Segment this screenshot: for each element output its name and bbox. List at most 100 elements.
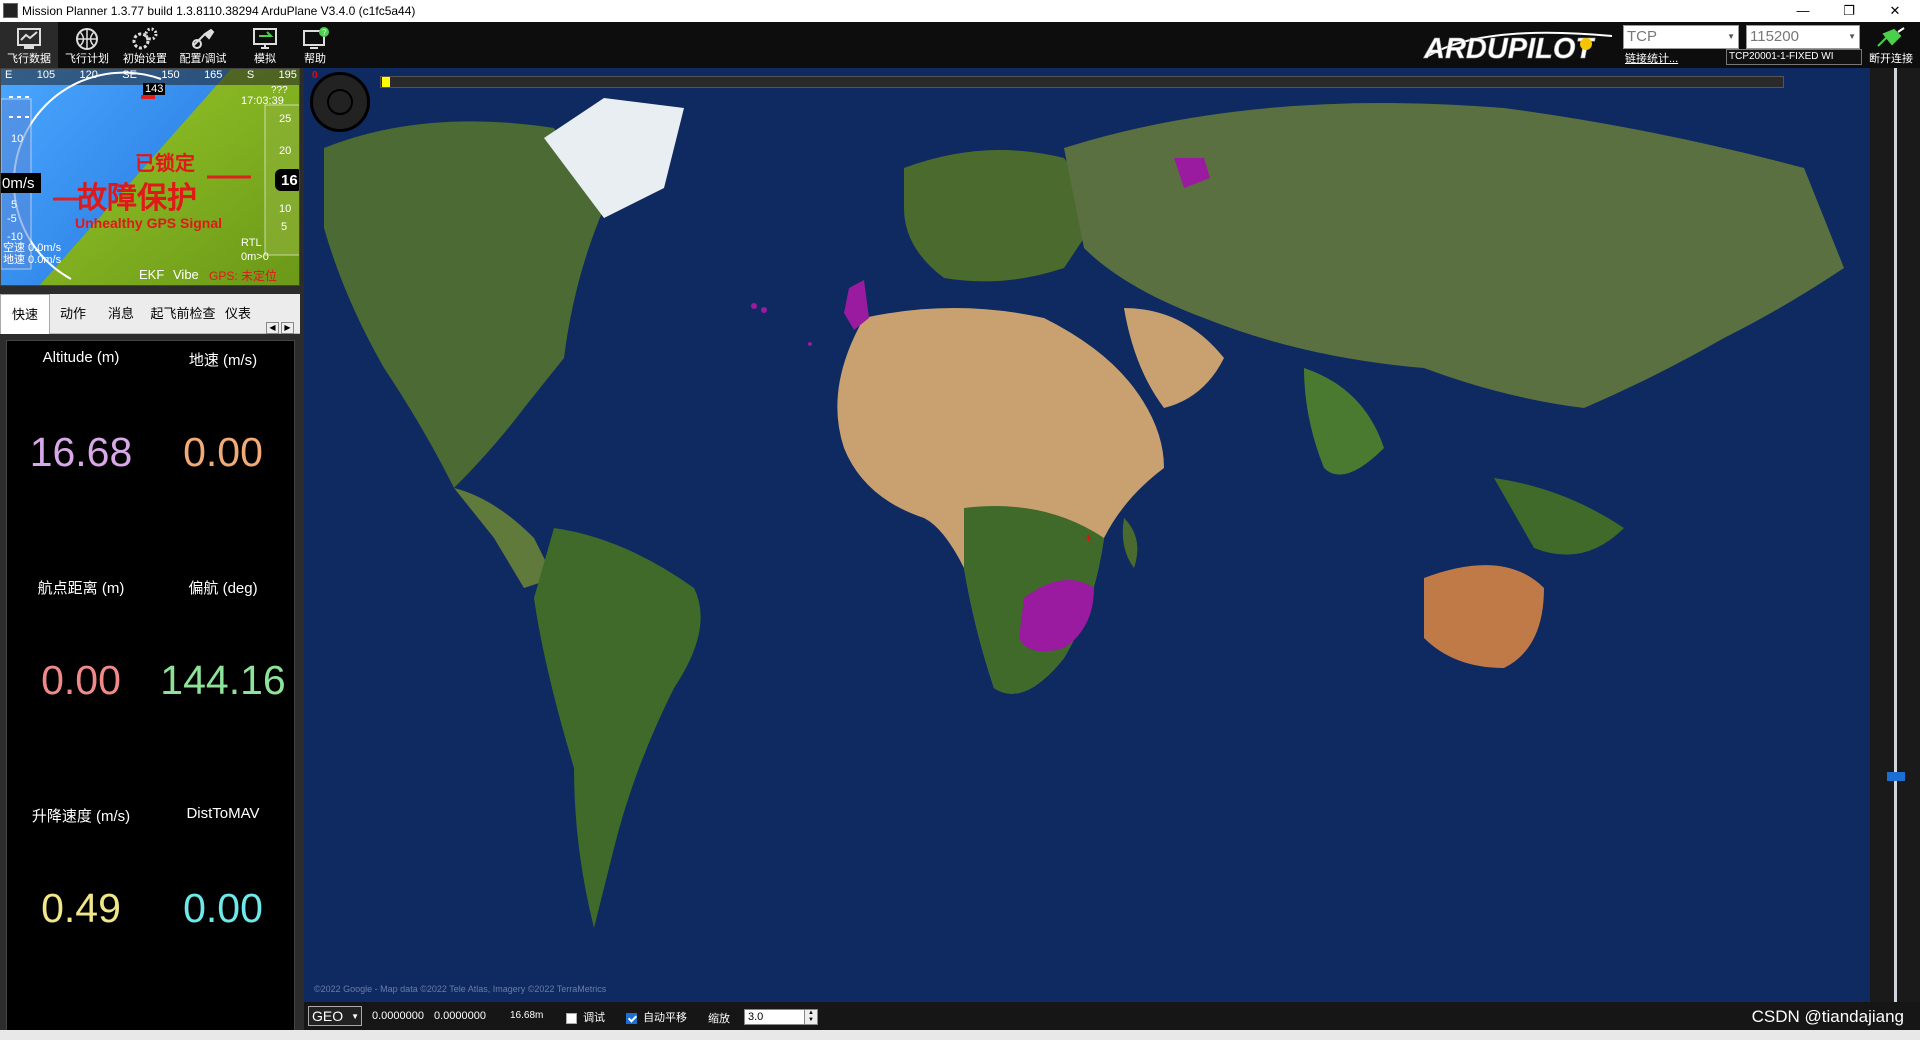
speed-scale-tick: 10 bbox=[11, 133, 24, 145]
heading-tick: S bbox=[246, 69, 255, 81]
disconnect-button[interactable]: 断开连接 bbox=[1862, 22, 1920, 68]
timeline-start: 0 bbox=[312, 70, 318, 81]
failsafe-status: 故障保护 bbox=[77, 182, 197, 215]
tab-gauges[interactable]: 仪表 bbox=[220, 294, 256, 334]
altitude-readout: 16 bbox=[281, 172, 298, 189]
chevron-down-icon: ▼ bbox=[351, 1012, 359, 1021]
connection-type-select[interactable]: TCP ▼ bbox=[1623, 25, 1739, 49]
quick-value-altitude[interactable]: 16.68 bbox=[11, 429, 151, 476]
autopan-checkbox[interactable] bbox=[626, 1012, 637, 1024]
main-toolbar: 飞行数据 飞行计划 初始设置 配置/调试 模拟 ? 帮助 ARDUPILOT T… bbox=[0, 22, 1920, 68]
heading-tape: E 105 120 SE 150 165 S 195 bbox=[5, 69, 297, 83]
tab-preflight[interactable]: 起飞前检查 bbox=[146, 294, 220, 334]
alt-scale-tick: 5 bbox=[281, 221, 288, 233]
ekf-status[interactable]: EKF bbox=[139, 267, 164, 282]
restore-button[interactable]: ❐ bbox=[1826, 0, 1872, 22]
speed-scale-tick: 5 bbox=[11, 199, 18, 211]
minimize-button[interactable]: — bbox=[1780, 0, 1826, 22]
svg-text:ARDUPILOT: ARDUPILOT bbox=[1423, 33, 1595, 64]
speed-scale-tick: -5 bbox=[7, 213, 17, 225]
gps-status: GPS: 未定位 bbox=[209, 269, 278, 283]
ardupilot-logo: ARDUPILOT bbox=[1423, 31, 1613, 64]
disarmed-status: 已锁定 bbox=[135, 153, 195, 175]
window-bottom-border bbox=[0, 1030, 1920, 1040]
hud-clock: 17:03:39 bbox=[241, 95, 284, 107]
quick-value-groundspeed[interactable]: 0.00 bbox=[153, 429, 293, 476]
chevron-down-icon: ▼ bbox=[1848, 32, 1856, 41]
tab-scroll-right-icon[interactable]: ▶ bbox=[281, 322, 294, 334]
debug-toggle[interactable]: 调试 bbox=[566, 1009, 605, 1025]
plug-icon bbox=[1877, 27, 1905, 47]
map-view[interactable]: 0 + ©2022 Google - Map data ©2022 Tele A… bbox=[304, 68, 1870, 1002]
vibe-status[interactable]: Vibe bbox=[173, 267, 199, 282]
tab-messages[interactable]: 消息 bbox=[96, 294, 146, 334]
debug-checkbox[interactable] bbox=[566, 1012, 577, 1024]
link-stats-link[interactable]: 链接统计... bbox=[1625, 50, 1678, 66]
tab-quick[interactable]: 快速 bbox=[0, 294, 50, 334]
quick-label: Altitude (m) bbox=[42, 349, 120, 366]
quick-label: DistToMAV bbox=[186, 805, 260, 822]
timeline-handle[interactable] bbox=[382, 77, 390, 87]
flight-plan-button[interactable]: 飞行计划 bbox=[58, 22, 116, 68]
right-zoom-bar bbox=[1870, 68, 1920, 1002]
quick-value-yaw[interactable]: 144.16 bbox=[153, 657, 293, 704]
autopan-toggle[interactable]: 自动平移 bbox=[626, 1009, 687, 1025]
tab-scroll-left-icon[interactable]: ◀ bbox=[266, 322, 279, 334]
autopan-label: 自动平移 bbox=[643, 1012, 688, 1024]
flight-mode: RTL bbox=[241, 237, 262, 249]
quick-label: 偏航 (deg) bbox=[188, 580, 258, 597]
initial-setup-button[interactable]: 初始设置 bbox=[116, 22, 174, 68]
alt-scale-tick: 25 bbox=[279, 113, 292, 125]
connection-type-value: TCP bbox=[1627, 28, 1657, 45]
help-button[interactable]: ? 帮助 bbox=[286, 22, 344, 68]
config-tuning-button[interactable]: 配置/调试 bbox=[174, 22, 232, 68]
center-crosshair-icon: + bbox=[1085, 530, 1093, 545]
close-button[interactable]: ✕ bbox=[1872, 0, 1918, 22]
waypoint-info: 0m>0 bbox=[241, 251, 269, 263]
initial-setup-icon bbox=[132, 27, 158, 50]
zoom-spinner-icon[interactable]: ▲ ▼ bbox=[804, 1009, 818, 1025]
track-point bbox=[751, 303, 757, 309]
zoom-input[interactable]: 3.0 bbox=[744, 1009, 812, 1025]
flight-plan-icon bbox=[76, 28, 98, 50]
baud-rate-select[interactable]: 115200 ▼ bbox=[1746, 25, 1860, 49]
flight-plan-label: 飞行计划 bbox=[65, 53, 109, 65]
connection-id-select[interactable]: TCP20001-1-FIXED WI bbox=[1726, 49, 1862, 65]
latitude-readout: 0.0000000 bbox=[372, 1010, 424, 1022]
data-tabs: 快速 动作 消息 起飞前检查 仪表 ◀ ▶ bbox=[0, 294, 300, 334]
heading-tick: 165 bbox=[204, 69, 223, 81]
map-status-bar: GEO ▼ 0.0000000 0.0000000 16.68m 调试 自动平移… bbox=[304, 1002, 1920, 1030]
heading-tick: 195 bbox=[278, 69, 297, 81]
zoom-slider[interactable] bbox=[1870, 68, 1920, 1002]
altitude-readout-map: 16.68m bbox=[510, 1010, 544, 1021]
log-timeline-slider[interactable] bbox=[380, 76, 1784, 88]
tab-actions[interactable]: 动作 bbox=[50, 294, 96, 334]
speed-scale: 10 bbox=[11, 133, 23, 145]
zoom-slider-handle[interactable] bbox=[1887, 772, 1905, 781]
heading-tick: SE bbox=[122, 69, 137, 81]
heading-tick: 105 bbox=[36, 69, 56, 81]
quick-label: 航点距离 (m) bbox=[37, 580, 125, 597]
quick-view-panel: Altitude (m) 16.68 地速 (m/s) 0.00 航点距离 (m… bbox=[6, 340, 295, 1032]
heading-readout: 143 bbox=[143, 83, 166, 95]
initial-setup-label: 初始设置 bbox=[123, 53, 167, 65]
left-panel: E 105 120 SE 150 165 S 195 143 ??? 17:03… bbox=[0, 68, 304, 1040]
baud-rate-value: 115200 bbox=[1750, 28, 1799, 45]
flight-data-button[interactable]: 飞行数据 bbox=[0, 22, 58, 68]
alt-scale-tick: 10 bbox=[279, 203, 292, 215]
zoom-label: 缩放 bbox=[708, 1013, 730, 1025]
heading-tick: 150 bbox=[161, 69, 180, 81]
window-title: Mission Planner 1.3.77 build 1.3.8110.38… bbox=[22, 4, 416, 18]
quick-value-climb[interactable]: 0.49 bbox=[11, 885, 151, 932]
quick-value-dist-to-mav[interactable]: 0.00 bbox=[153, 885, 293, 932]
coord-system-select[interactable]: GEO ▼ bbox=[308, 1006, 362, 1026]
disconnect-label: 断开连接 bbox=[1869, 53, 1913, 65]
watermark: CSDN @tiandajiang bbox=[1751, 1007, 1904, 1026]
flight-data-icon bbox=[17, 28, 41, 49]
help-icon: ? bbox=[303, 27, 329, 49]
heading-tick: 120 bbox=[79, 69, 98, 81]
quick-value-wp-dist[interactable]: 0.00 bbox=[11, 657, 151, 704]
groundspeed-text: 地速 0.0m/s bbox=[3, 254, 62, 266]
hud-display: E 105 120 SE 150 165 S 195 143 ??? 17:03… bbox=[0, 68, 300, 286]
window-titlebar: Mission Planner 1.3.77 build 1.3.8110.38… bbox=[0, 0, 1920, 22]
